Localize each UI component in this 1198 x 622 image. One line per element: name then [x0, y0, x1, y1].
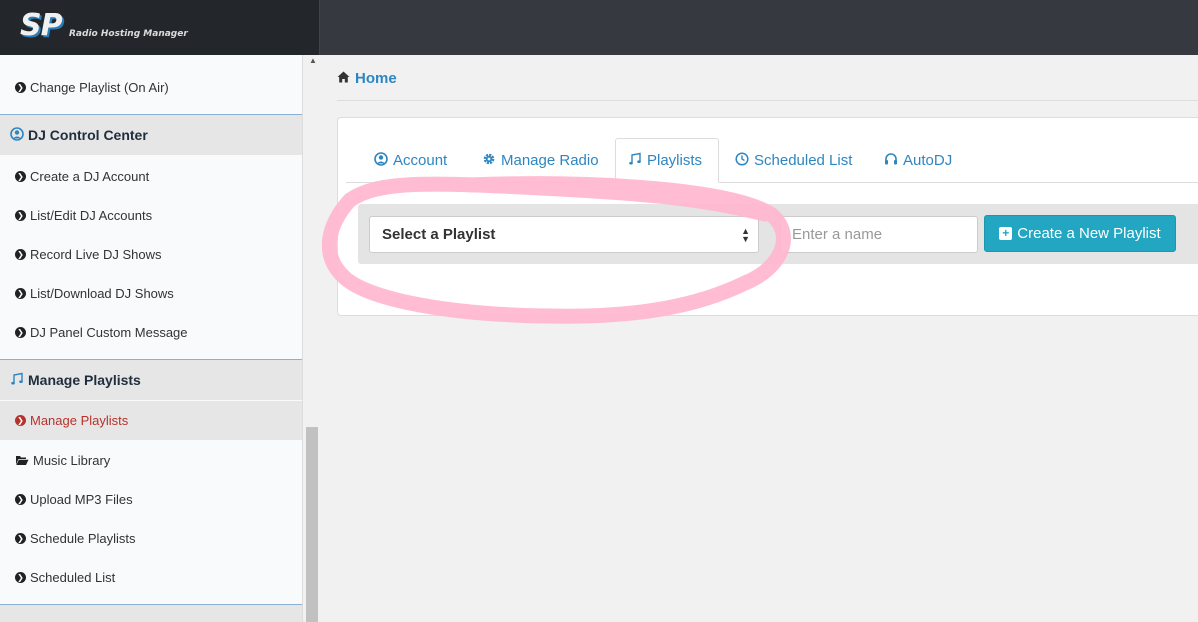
folder-open-icon: [15, 454, 30, 467]
music-note-icon: [10, 372, 24, 389]
sidebar-item-change-playlist[interactable]: ❯ Change Playlist (On Air): [0, 68, 302, 107]
sidebar-section-dj-control-center[interactable]: DJ Control Center: [0, 114, 302, 155]
playlists-panel: Account Manage Radio Playlists Scheduled…: [337, 117, 1198, 316]
sidebar-scrollbar-thumb[interactable]: [306, 427, 318, 622]
sidebar-item-label: List/Edit DJ Accounts: [30, 208, 153, 223]
user-circle-icon: [374, 152, 388, 169]
sidebar-section-label: Manage Playlists: [28, 372, 141, 388]
circle-arrow-right-icon: ❯: [15, 210, 26, 221]
breadcrumb: Home: [337, 70, 397, 87]
circle-arrow-right-icon: ❯: [15, 327, 26, 338]
sidebar-item-label: Scheduled List: [30, 570, 116, 585]
top-bar: SP Radio Hosting Manager: [0, 0, 1198, 55]
sidebar-item-list-edit-dj-accounts[interactable]: ❯ List/Edit DJ Accounts: [0, 196, 302, 235]
tab-autodj[interactable]: AutoDJ: [872, 138, 964, 183]
tab-label: Account: [393, 152, 448, 169]
circle-arrow-right-icon: ❯: [15, 288, 26, 299]
tab-playlists[interactable]: Playlists: [615, 138, 719, 183]
circle-arrow-right-icon: ❯: [15, 494, 26, 505]
sidebar-item-create-dj-account[interactable]: ❯ Create a DJ Account: [0, 157, 302, 196]
clock-icon: [735, 152, 749, 169]
logo-mark: SP: [20, 8, 63, 43]
circle-arrow-right-icon: ❯: [15, 572, 26, 583]
breadcrumb-home-link[interactable]: Home: [355, 70, 397, 87]
sidebar-item-label: Manage Playlists: [30, 413, 129, 428]
sidebar-item-manage-playlists[interactable]: ❯ Manage Playlists: [0, 401, 302, 440]
headphones-icon: [884, 152, 898, 169]
plus-square-icon: +: [999, 227, 1013, 240]
sidebar-item-schedule-playlists[interactable]: ❯ Schedule Playlists: [0, 519, 302, 558]
sidebar-section-label: DJ Control Center: [28, 127, 148, 143]
create-playlist-button[interactable]: + Create a New Playlist: [984, 215, 1176, 252]
circle-arrow-right-icon: ❯: [15, 82, 26, 93]
playlist-select[interactable]: Select a Playlist ▲ ▼: [369, 216, 759, 253]
scroll-up-arrow-icon[interactable]: ▲: [309, 56, 317, 65]
sidebar: ❯ Change Playlist (On Air) DJ Control Ce…: [0, 55, 303, 622]
create-playlist-label: Create a New Playlist: [1017, 225, 1161, 242]
sidebar-item-record-live-dj-shows[interactable]: ❯ Record Live DJ Shows: [0, 235, 302, 274]
circle-arrow-right-icon: ❯: [15, 249, 26, 260]
sidebar-item-upload-mp3-files[interactable]: ❯ Upload MP3 Files: [0, 480, 302, 519]
sidebar-item-label: DJ Panel Custom Message: [30, 325, 188, 340]
home-icon: [337, 71, 350, 86]
sidebar-item-label: Schedule Playlists: [30, 531, 136, 546]
breadcrumb-divider: [337, 100, 1198, 101]
tab-label: Manage Radio: [501, 152, 599, 169]
circle-arrow-right-icon: ❯: [15, 171, 26, 182]
sidebar-item-label: List/Download DJ Shows: [30, 286, 174, 301]
sidebar-item-label: Change Playlist (On Air): [30, 80, 169, 95]
sidebar-section-next[interactable]: [0, 604, 302, 622]
tab-scheduled-list[interactable]: Scheduled List: [723, 138, 864, 183]
playlist-select-value: Select a Playlist: [382, 226, 496, 243]
logo[interactable]: SP Radio Hosting Manager: [0, 0, 320, 55]
sidebar-item-label: Record Live DJ Shows: [30, 247, 162, 262]
tab-account[interactable]: Account: [362, 138, 459, 183]
sidebar-item-dj-panel-custom-message[interactable]: ❯ DJ Panel Custom Message: [0, 313, 302, 352]
sidebar-item-scheduled-list[interactable]: ❯ Scheduled List: [0, 558, 302, 597]
sidebar-item-label: Create a DJ Account: [30, 169, 150, 184]
gear-icon: [482, 152, 496, 169]
sidebar-section-manage-playlists[interactable]: Manage Playlists: [0, 359, 302, 400]
tab-label: Playlists: [647, 152, 703, 169]
logo-subtitle: Radio Hosting Manager: [69, 29, 188, 39]
playlist-name-input[interactable]: [780, 216, 978, 253]
select-caret-icon: ▲ ▼: [741, 226, 750, 244]
music-note-icon: [628, 152, 642, 169]
sidebar-item-music-library[interactable]: Music Library: [0, 441, 302, 480]
circle-arrow-right-icon: ❯: [15, 533, 26, 544]
sidebar-item-list-download-dj-shows[interactable]: ❯ List/Download DJ Shows: [0, 274, 302, 313]
user-circle-icon: [10, 126, 24, 144]
tab-manage-radio[interactable]: Manage Radio: [470, 138, 611, 183]
tab-label: AutoDJ: [903, 152, 953, 169]
tab-label: Scheduled List: [754, 152, 853, 169]
playlist-form: Select a Playlist ▲▼ + Create a New Play…: [358, 204, 1198, 264]
circle-arrow-right-icon: ❯: [15, 415, 26, 426]
tab-bar: Account Manage Radio Playlists Scheduled…: [346, 138, 1198, 183]
sidebar-item-label: Upload MP3 Files: [30, 492, 133, 507]
sidebar-item-label: Music Library: [33, 453, 111, 468]
